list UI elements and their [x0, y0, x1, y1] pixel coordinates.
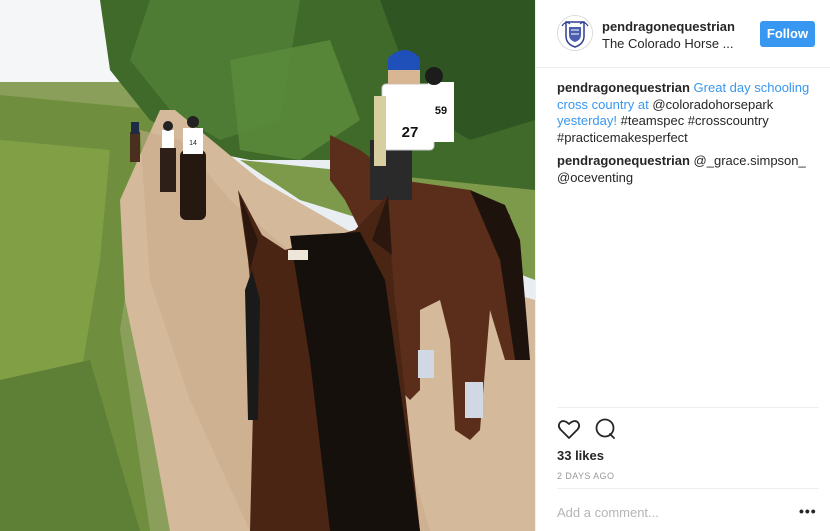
post-actions: 33 likes 2 DAYS AGO — [557, 407, 819, 481]
caption-text-2: yesterday! — [557, 113, 617, 128]
far-rider-2 — [160, 121, 176, 192]
comment-bar: ••• — [557, 488, 819, 531]
comment-bubble-icon[interactable] — [593, 417, 617, 441]
comment-input[interactable] — [557, 502, 787, 522]
svg-text:27: 27 — [402, 124, 419, 141]
instagram-post: 14 27 59 pendragonequestrian The Colorad… — [0, 0, 830, 531]
comment-list: pendragonequestrian Great day schooling … — [557, 80, 819, 193]
avatar[interactable] — [557, 15, 593, 51]
caption: pendragonequestrian Great day schooling … — [557, 80, 819, 146]
post-photo[interactable]: 14 27 59 — [0, 0, 535, 531]
action-bar — [557, 417, 617, 443]
caption-mention[interactable]: @coloradohorsepark — [652, 97, 773, 112]
post-header: pendragonequestrian The Colorado Horse .… — [536, 0, 830, 68]
post-location[interactable]: The Colorado Horse ... — [602, 36, 734, 51]
svg-text:14: 14 — [189, 140, 197, 147]
heart-icon[interactable] — [557, 417, 581, 441]
caption-username[interactable]: pendragonequestrian — [557, 80, 690, 95]
post-timestamp: 2 DAYS AGO — [557, 471, 615, 481]
comment-item: pendragonequestrian @_grace.simpson_ @oc… — [557, 153, 819, 186]
comment-username[interactable]: pendragonequestrian — [557, 153, 690, 168]
crest-logo-icon — [558, 16, 592, 50]
far-rider-1 — [130, 122, 140, 162]
post-username[interactable]: pendragonequestrian — [602, 19, 735, 34]
svg-text:59: 59 — [435, 105, 447, 117]
trail-ride-photo: 14 27 59 — [0, 0, 535, 531]
follow-button[interactable]: Follow — [760, 21, 815, 47]
mid-rider: 14 — [180, 116, 206, 220]
more-options-button[interactable]: ••• — [799, 503, 817, 519]
like-count[interactable]: 33 likes — [557, 448, 604, 463]
post-side-panel: pendragonequestrian The Colorado Horse .… — [535, 0, 830, 531]
